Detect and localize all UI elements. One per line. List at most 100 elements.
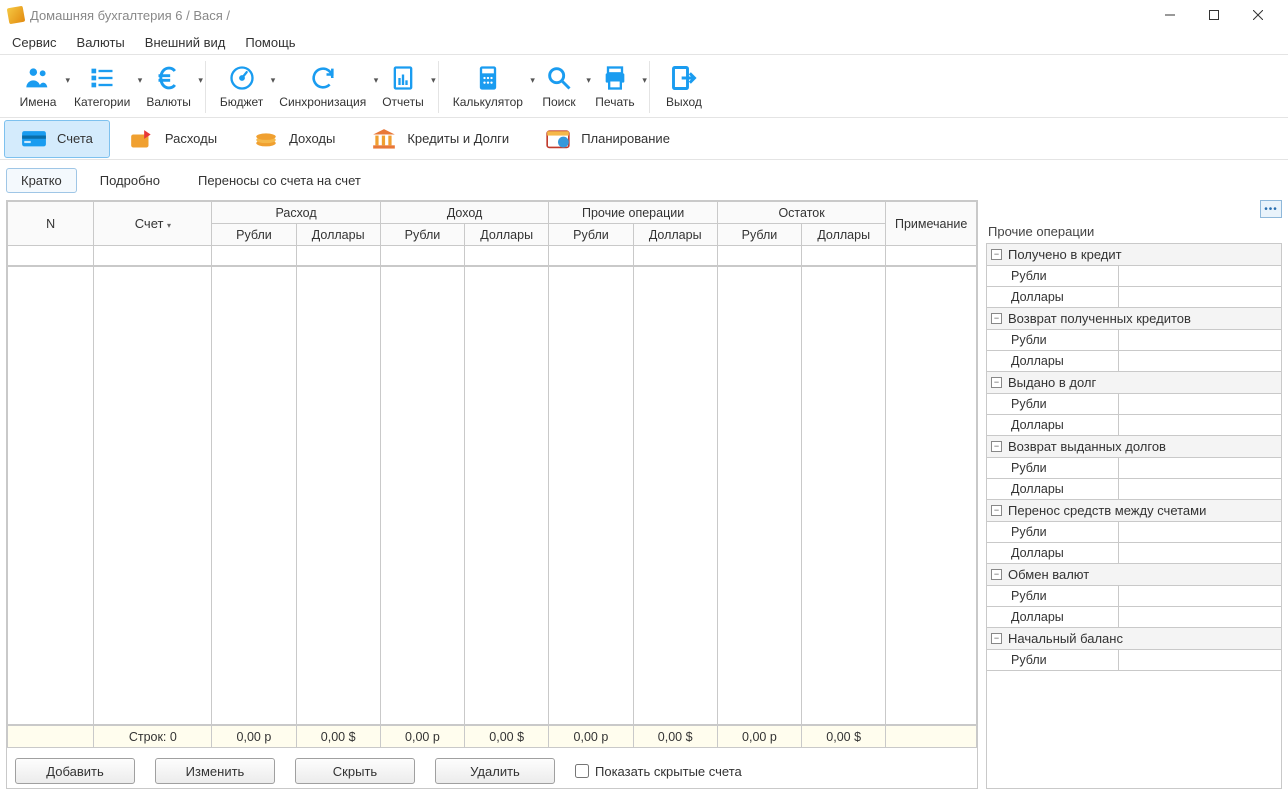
tree-row[interactable]: Рубли xyxy=(987,522,1281,543)
toolbar-budget[interactable]: ▾ Бюджет xyxy=(212,61,271,113)
toolbar-reports[interactable]: ▾ Отчеты xyxy=(374,61,431,113)
tree-row-value xyxy=(1119,607,1281,627)
toolbar-search[interactable]: ▾ Поиск xyxy=(531,61,587,113)
tab-credits[interactable]: Кредиты и Долги xyxy=(354,120,526,158)
search-icon xyxy=(544,63,574,93)
tree-group: −Обмен валютРублиДоллары xyxy=(987,564,1281,628)
menu-help[interactable]: Помощь xyxy=(237,32,303,53)
tree-row[interactable]: Рубли xyxy=(987,650,1281,670)
maximize-button[interactable] xyxy=(1192,1,1236,29)
tree-row[interactable]: Доллары xyxy=(987,479,1281,499)
toolbar-names[interactable]: ▾ Имена xyxy=(10,61,66,113)
hide-button[interactable]: Скрыть xyxy=(295,758,415,784)
collapse-icon[interactable]: − xyxy=(991,505,1002,516)
collapse-icon[interactable]: − xyxy=(991,633,1002,644)
col-exp-rub[interactable]: Рубли xyxy=(212,224,296,246)
tree-group-header[interactable]: −Обмен валют xyxy=(987,564,1281,586)
col-bal-rub[interactable]: Рубли xyxy=(717,224,801,246)
subtab-brief[interactable]: Кратко xyxy=(6,168,77,193)
tab-expenses[interactable]: Расходы xyxy=(112,120,234,158)
tree-group-header[interactable]: −Возврат полученных кредитов xyxy=(987,308,1281,330)
tree-group: −Перенос средств между счетамиРублиДолла… xyxy=(987,500,1281,564)
tree-row[interactable]: Доллары xyxy=(987,415,1281,435)
tree-group: −Получено в кредитРублиДоллары xyxy=(987,244,1281,308)
tree-row[interactable]: Рубли xyxy=(987,394,1281,415)
tree-row-label: Доллары xyxy=(987,607,1119,627)
toolbar-exit[interactable]: Выход xyxy=(656,61,712,113)
tree-group-header[interactable]: −Возврат выданных долгов xyxy=(987,436,1281,458)
add-button[interactable]: Добавить xyxy=(15,758,135,784)
tree-row-value xyxy=(1119,458,1281,478)
tab-planning[interactable]: Планирование xyxy=(528,120,687,158)
toolbar-sync[interactable]: ▾ Синхронизация xyxy=(271,61,374,113)
col-oth-usd[interactable]: Доллары xyxy=(633,224,717,246)
col-inc-rub[interactable]: Рубли xyxy=(380,224,464,246)
collapse-icon[interactable]: − xyxy=(991,313,1002,324)
col-other[interactable]: Прочие операции xyxy=(549,202,718,224)
toolbar-print[interactable]: ▾ Печать xyxy=(587,61,643,113)
collapse-icon[interactable]: − xyxy=(991,441,1002,452)
tree-group-header[interactable]: −Получено в кредит xyxy=(987,244,1281,266)
menu-service[interactable]: Сервис xyxy=(4,32,65,53)
tree-row-label: Доллары xyxy=(987,287,1119,307)
euro-icon xyxy=(154,63,184,93)
tree-row[interactable]: Рубли xyxy=(987,458,1281,479)
subtab-details[interactable]: Подробно xyxy=(85,168,175,193)
tree-row[interactable]: Доллары xyxy=(987,287,1281,307)
menu-currencies[interactable]: Валюты xyxy=(69,32,133,53)
tree-row[interactable]: Доллары xyxy=(987,351,1281,371)
col-n[interactable]: N xyxy=(8,202,94,246)
show-hidden-checkbox[interactable]: Показать скрытые счета xyxy=(575,764,742,779)
tree-group-label: Возврат выданных долгов xyxy=(1008,439,1166,454)
delete-button[interactable]: Удалить xyxy=(435,758,555,784)
grid-body xyxy=(7,266,977,725)
side-menu-button[interactable]: ••• xyxy=(1260,200,1282,218)
tab-income[interactable]: Доходы xyxy=(236,120,352,158)
tree-row[interactable]: Доллары xyxy=(987,543,1281,563)
col-oth-rub[interactable]: Рубли xyxy=(549,224,633,246)
minimize-button[interactable] xyxy=(1148,1,1192,29)
app-icon xyxy=(7,6,26,25)
col-expense[interactable]: Расход xyxy=(212,202,381,224)
collapse-icon[interactable]: − xyxy=(991,249,1002,260)
tree-row-value xyxy=(1119,394,1281,414)
col-exp-usd[interactable]: Доллары xyxy=(296,224,380,246)
rows-count: Строк: 0 xyxy=(94,726,212,748)
window-title: Домашняя бухгалтерия 6 / Вася / xyxy=(30,8,1148,23)
chevron-down-icon: ▾ xyxy=(198,75,203,86)
col-bal-usd[interactable]: Доллары xyxy=(802,224,886,246)
tree-group-header[interactable]: −Перенос средств между счетами xyxy=(987,500,1281,522)
tree-group-header[interactable]: −Начальный баланс xyxy=(987,628,1281,650)
collapse-icon[interactable]: − xyxy=(991,569,1002,580)
subtab-transfers[interactable]: Переносы со счета на счет xyxy=(183,168,376,193)
tree-row-label: Рубли xyxy=(987,586,1119,606)
table-row[interactable] xyxy=(8,246,977,266)
tab-accounts[interactable]: Счета xyxy=(4,120,110,158)
col-inc-usd[interactable]: Доллары xyxy=(465,224,549,246)
menubar: Сервис Валюты Внешний вид Помощь xyxy=(0,30,1288,54)
col-income[interactable]: Доход xyxy=(380,202,549,224)
tree-group: −Начальный балансРубли xyxy=(987,628,1281,671)
col-note[interactable]: Примечание xyxy=(886,202,977,246)
tree-row[interactable]: Рубли xyxy=(987,330,1281,351)
tree-row[interactable]: Доллары xyxy=(987,607,1281,627)
tree-row-label: Рубли xyxy=(987,394,1119,414)
tree-group-label: Начальный баланс xyxy=(1008,631,1123,646)
money-out-icon xyxy=(129,128,155,150)
toolbar-calculator[interactable]: ▾ Калькулятор xyxy=(445,61,531,113)
collapse-icon[interactable]: − xyxy=(991,377,1002,388)
col-account[interactable]: Счет ▾ xyxy=(94,202,212,246)
toolbar-currencies[interactable]: ▾ Валюты xyxy=(138,61,199,113)
toolbar-categories[interactable]: ▾ Категории xyxy=(66,61,138,113)
list-icon xyxy=(87,63,117,93)
tree-row[interactable]: Рубли xyxy=(987,266,1281,287)
col-balance[interactable]: Остаток xyxy=(717,202,886,224)
side-tree[interactable]: −Получено в кредитРублиДоллары−Возврат п… xyxy=(986,243,1282,789)
tree-row-label: Доллары xyxy=(987,415,1119,435)
tree-group-header[interactable]: −Выдано в долг xyxy=(987,372,1281,394)
tree-row[interactable]: Рубли xyxy=(987,586,1281,607)
show-hidden-input[interactable] xyxy=(575,764,589,778)
menu-view[interactable]: Внешний вид xyxy=(137,32,234,53)
close-button[interactable] xyxy=(1236,1,1280,29)
edit-button[interactable]: Изменить xyxy=(155,758,275,784)
